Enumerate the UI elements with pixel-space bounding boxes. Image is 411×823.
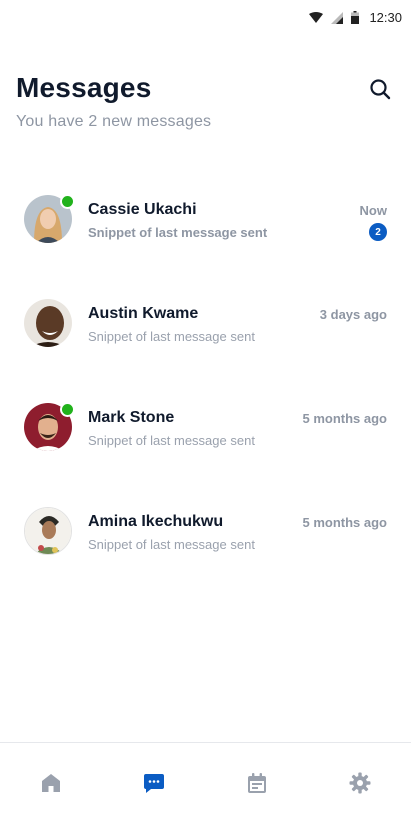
avatar-wrap [24,194,75,243]
avatar [24,299,72,347]
conversation-item[interactable]: Cassie Ukachi Snippet of last message se… [0,191,411,295]
status-bar: 12:30 [0,0,411,36]
page-title: Messages [16,72,152,103]
message-snippet: Snippet of last message sent [88,329,255,344]
home-icon [42,774,61,792]
conversation-item[interactable]: Mark Stone Snippet of last message sent … [0,399,411,503]
message-snippet: Snippet of last message sent [88,537,255,552]
conversation-list: Cassie Ukachi Snippet of last message se… [0,191,411,607]
nav-settings[interactable] [330,753,390,813]
avatar [24,507,72,555]
battery-icon [351,11,360,24]
online-indicator [60,194,75,209]
page-subtitle: You have 2 new messages [16,113,212,130]
avatar-wrap [24,402,75,451]
nav-calendar[interactable] [227,753,287,813]
wifi-icon [309,11,324,23]
signal-icon [331,11,344,24]
status-icons: 12:30 [309,10,402,25]
unread-badge: 2 [369,223,387,241]
conversation-item[interactable]: Amina Ikechukwu Snippet of last message … [0,503,411,607]
status-time: 12:30 [369,10,402,25]
online-indicator [60,402,75,417]
avatar-wrap [24,299,72,347]
calendar-icon [247,773,266,793]
message-time: 3 days ago [319,307,387,322]
header: Messages You have 2 new messages [16,72,395,131]
nav-messages[interactable] [124,753,184,813]
search-button[interactable] [369,78,391,100]
message-snippet: Snippet of last message sent [88,433,255,448]
contact-name: Amina Ikechukwu [88,513,224,530]
messages-icon [144,774,165,793]
conversation-item[interactable]: Austin Kwame Snippet of last message sen… [0,295,411,399]
message-snippet: Snippet of last message sent [88,225,268,240]
search-icon [370,79,391,100]
contact-name: Cassie Ukachi [88,201,197,218]
avatar-wrap [24,507,72,555]
message-time: 5 months ago [302,515,387,530]
nav-home[interactable] [21,753,81,813]
message-time: Now [359,203,387,218]
settings-icon [349,772,371,794]
contact-name: Austin Kwame [88,305,199,322]
bottom-nav [0,742,411,823]
message-time: 5 months ago [302,411,387,426]
contact-name: Mark Stone [88,409,175,426]
